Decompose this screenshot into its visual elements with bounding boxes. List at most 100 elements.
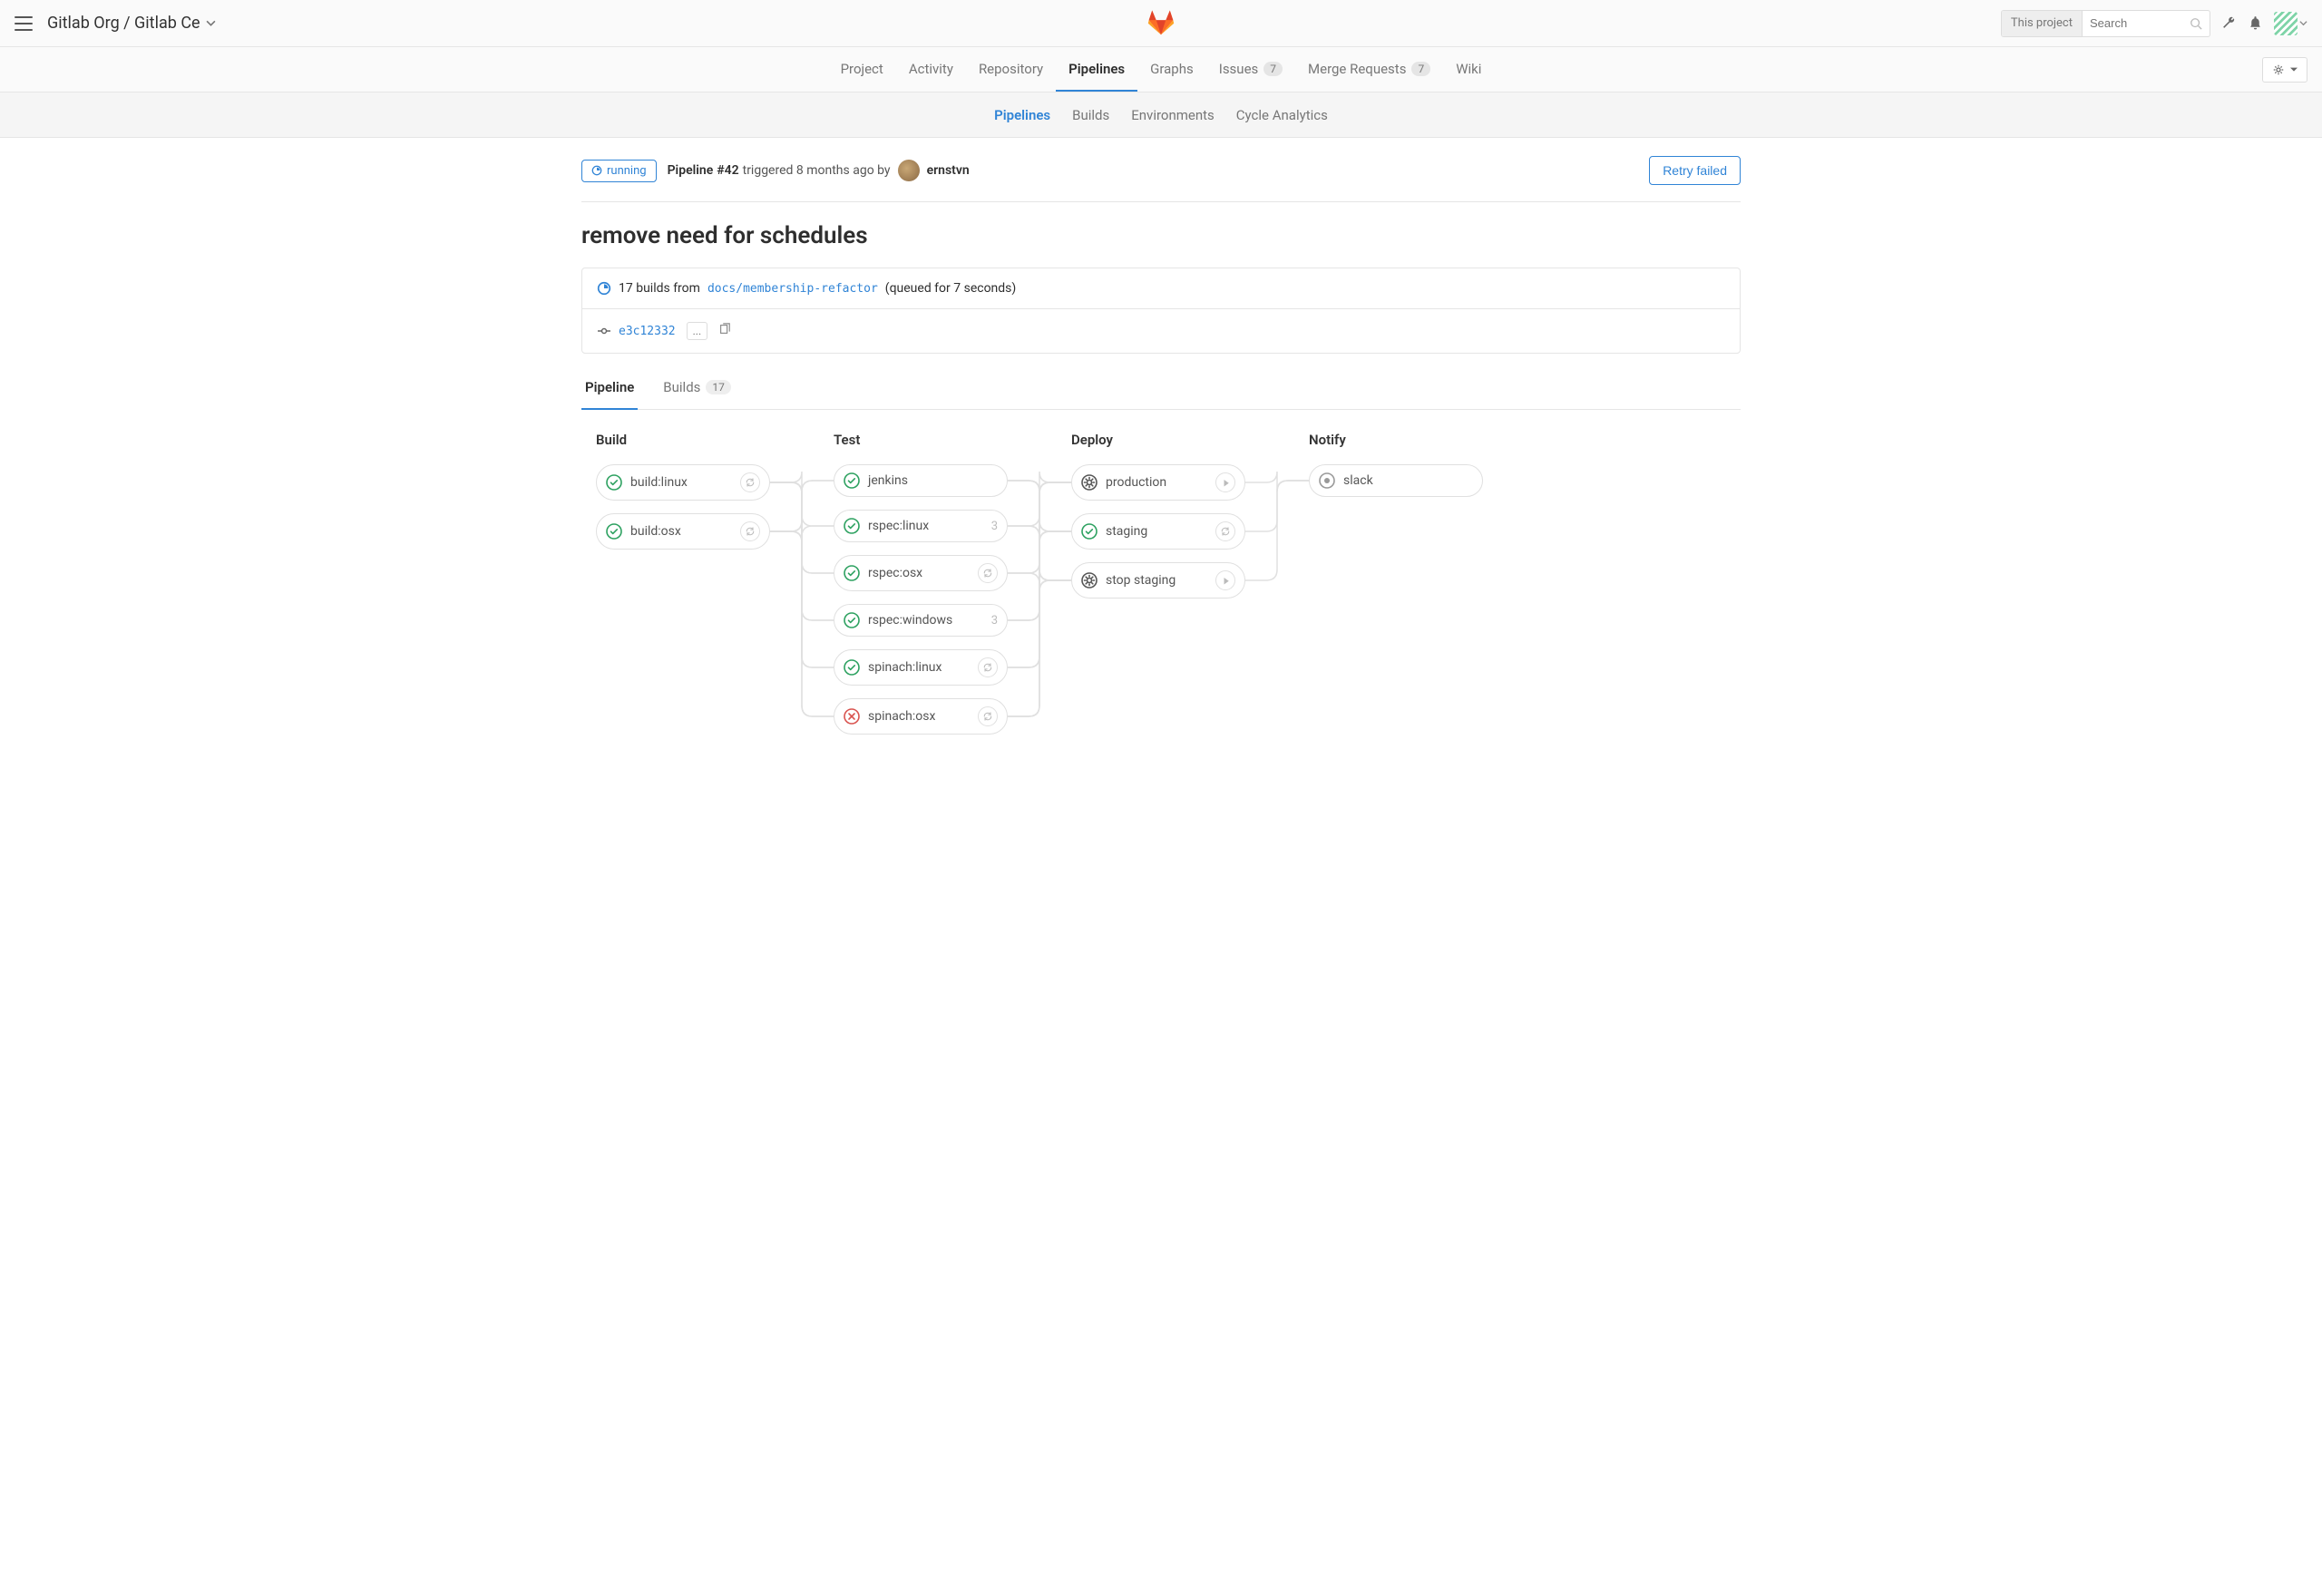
nav-activity[interactable]: Activity (896, 47, 966, 92)
job-name: staging (1106, 524, 1147, 539)
retry-icon (982, 568, 993, 579)
branch-link[interactable]: docs/membership-refactor (707, 282, 878, 296)
retry-icon (1220, 526, 1231, 537)
search-input[interactable] (2083, 11, 2182, 36)
job-name: rspec:linux (868, 519, 929, 533)
settings-dropdown[interactable] (2262, 57, 2307, 83)
stage-title: Notify (1309, 432, 1483, 448)
nav-mr-label: Merge Requests (1308, 61, 1406, 77)
nav-project[interactable]: Project (828, 47, 896, 92)
job-name: jenkins (868, 473, 908, 488)
retry-button[interactable] (740, 521, 760, 541)
job-count: 3 (991, 520, 998, 533)
bell-icon[interactable] (2248, 15, 2263, 31)
stage-deploy: Deploy production staging stop staging (1071, 432, 1245, 735)
stage-notify: Notify slack (1309, 432, 1483, 735)
job-pill[interactable]: build:osx (596, 513, 770, 550)
retry-button[interactable] (978, 563, 998, 583)
caret-down-icon (2299, 19, 2307, 27)
job-pill[interactable]: slack (1309, 464, 1483, 497)
stage-title: Deploy (1071, 432, 1245, 448)
copy-icon[interactable] (718, 323, 731, 339)
pipeline-meta: Pipeline #42 triggered 8 months ago by e… (668, 160, 970, 181)
search-icon[interactable] (2182, 17, 2210, 30)
nav-wiki[interactable]: Wiki (1443, 47, 1494, 92)
play-icon (1220, 575, 1231, 586)
tab-builds[interactable]: Builds 17 (659, 366, 735, 410)
job-pill[interactable]: rspec:linux 3 (834, 510, 1008, 542)
subnav-environments[interactable]: Environments (1120, 107, 1225, 123)
job-pill[interactable]: jenkins (834, 464, 1008, 497)
nav-repository[interactable]: Repository (966, 47, 1056, 92)
breadcrumb[interactable]: Gitlab Org / Gitlab Ce (47, 14, 216, 33)
retry-button[interactable] (978, 706, 998, 726)
passed-icon (1081, 523, 1098, 540)
running-icon (591, 165, 602, 176)
tab-pipeline[interactable]: Pipeline (581, 366, 638, 410)
pipeline-user[interactable]: ernstvn (927, 163, 970, 178)
job-pill[interactable]: spinach:osx (834, 698, 1008, 735)
user-avatar[interactable] (898, 160, 920, 181)
page-title: remove need for schedules (581, 222, 1741, 249)
retry-icon (982, 662, 993, 673)
status-label: running (607, 164, 647, 178)
job-name: spinach:osx (868, 709, 935, 724)
sha-ellipsis[interactable]: ... (687, 322, 708, 340)
nav-issues[interactable]: Issues 7 (1206, 47, 1295, 92)
retry-icon (745, 477, 756, 488)
main-nav: Project Activity Repository Pipelines Gr… (0, 47, 2322, 92)
job-pill[interactable]: stop staging (1071, 562, 1245, 598)
retry-failed-button[interactable]: Retry failed (1649, 156, 1741, 185)
job-pill[interactable]: spinach:linux (834, 649, 1008, 686)
subnav-pipelines[interactable]: Pipelines (983, 107, 1061, 123)
play-button[interactable] (1215, 570, 1235, 590)
tab-builds-label: Builds (663, 379, 700, 395)
search-scope[interactable]: This project (2002, 11, 2083, 36)
job-pill[interactable]: staging (1071, 513, 1245, 550)
passed-icon (844, 565, 860, 581)
job-pill[interactable]: rspec:osx (834, 555, 1008, 591)
pipeline-stages: Buildbuild:linuxbuild:osxTestjenkinsrspe… (581, 410, 1741, 756)
pipeline-triggered: triggered 8 months ago by (743, 163, 891, 178)
tab-builds-count: 17 (706, 380, 731, 394)
retry-icon (982, 711, 993, 722)
subnav-builds[interactable]: Builds (1061, 107, 1120, 123)
passed-icon (844, 612, 860, 628)
job-pill[interactable]: build:linux (596, 464, 770, 501)
gitlab-logo[interactable] (1146, 7, 1176, 40)
commit-sha-link[interactable]: e3c12332 (619, 325, 676, 338)
retry-button[interactable] (978, 657, 998, 677)
avatar (2274, 12, 2298, 35)
queued-text: (queued for 7 seconds) (885, 281, 1017, 296)
stage-test: Test jenkins rspec:linux 3 rspec:osx rspec:wi… (834, 432, 1008, 735)
status-badge[interactable]: running (581, 160, 657, 182)
hamburger-menu[interactable] (15, 16, 33, 31)
job-name: build:linux (630, 475, 688, 490)
play-button[interactable] (1215, 472, 1235, 492)
job-name: rspec:windows (868, 613, 952, 628)
retry-button[interactable] (740, 472, 760, 492)
nav-pipelines[interactable]: Pipelines (1056, 47, 1137, 92)
search-box: This project (2001, 10, 2210, 37)
job-pill[interactable]: rspec:windows3 (834, 604, 1008, 637)
detail-tabs: Pipeline Builds 17 (581, 366, 1741, 410)
passed-icon (844, 518, 860, 534)
job-name: spinach:linux (868, 660, 941, 675)
retry-button[interactable] (1215, 521, 1235, 541)
running-icon (597, 281, 611, 296)
issues-count-badge: 7 (1263, 62, 1283, 76)
pipeline-prefix: Pipeline (668, 163, 714, 178)
mr-count-badge: 7 (1411, 62, 1430, 76)
user-menu[interactable] (2274, 12, 2307, 35)
nav-merge-requests[interactable]: Merge Requests 7 (1295, 47, 1443, 92)
job-pill[interactable]: production (1071, 464, 1245, 501)
info-box: 17 builds from docs/membership-refactor … (581, 268, 1741, 354)
subnav-cycle-analytics[interactable]: Cycle Analytics (1225, 107, 1339, 123)
passed-icon (606, 523, 622, 540)
job-name: build:osx (630, 524, 681, 539)
failed-icon (844, 708, 860, 725)
wrench-icon[interactable] (2221, 15, 2237, 31)
builds-count-text: 17 builds from (619, 281, 700, 296)
stage-title: Test (834, 432, 1008, 448)
nav-graphs[interactable]: Graphs (1137, 47, 1206, 92)
